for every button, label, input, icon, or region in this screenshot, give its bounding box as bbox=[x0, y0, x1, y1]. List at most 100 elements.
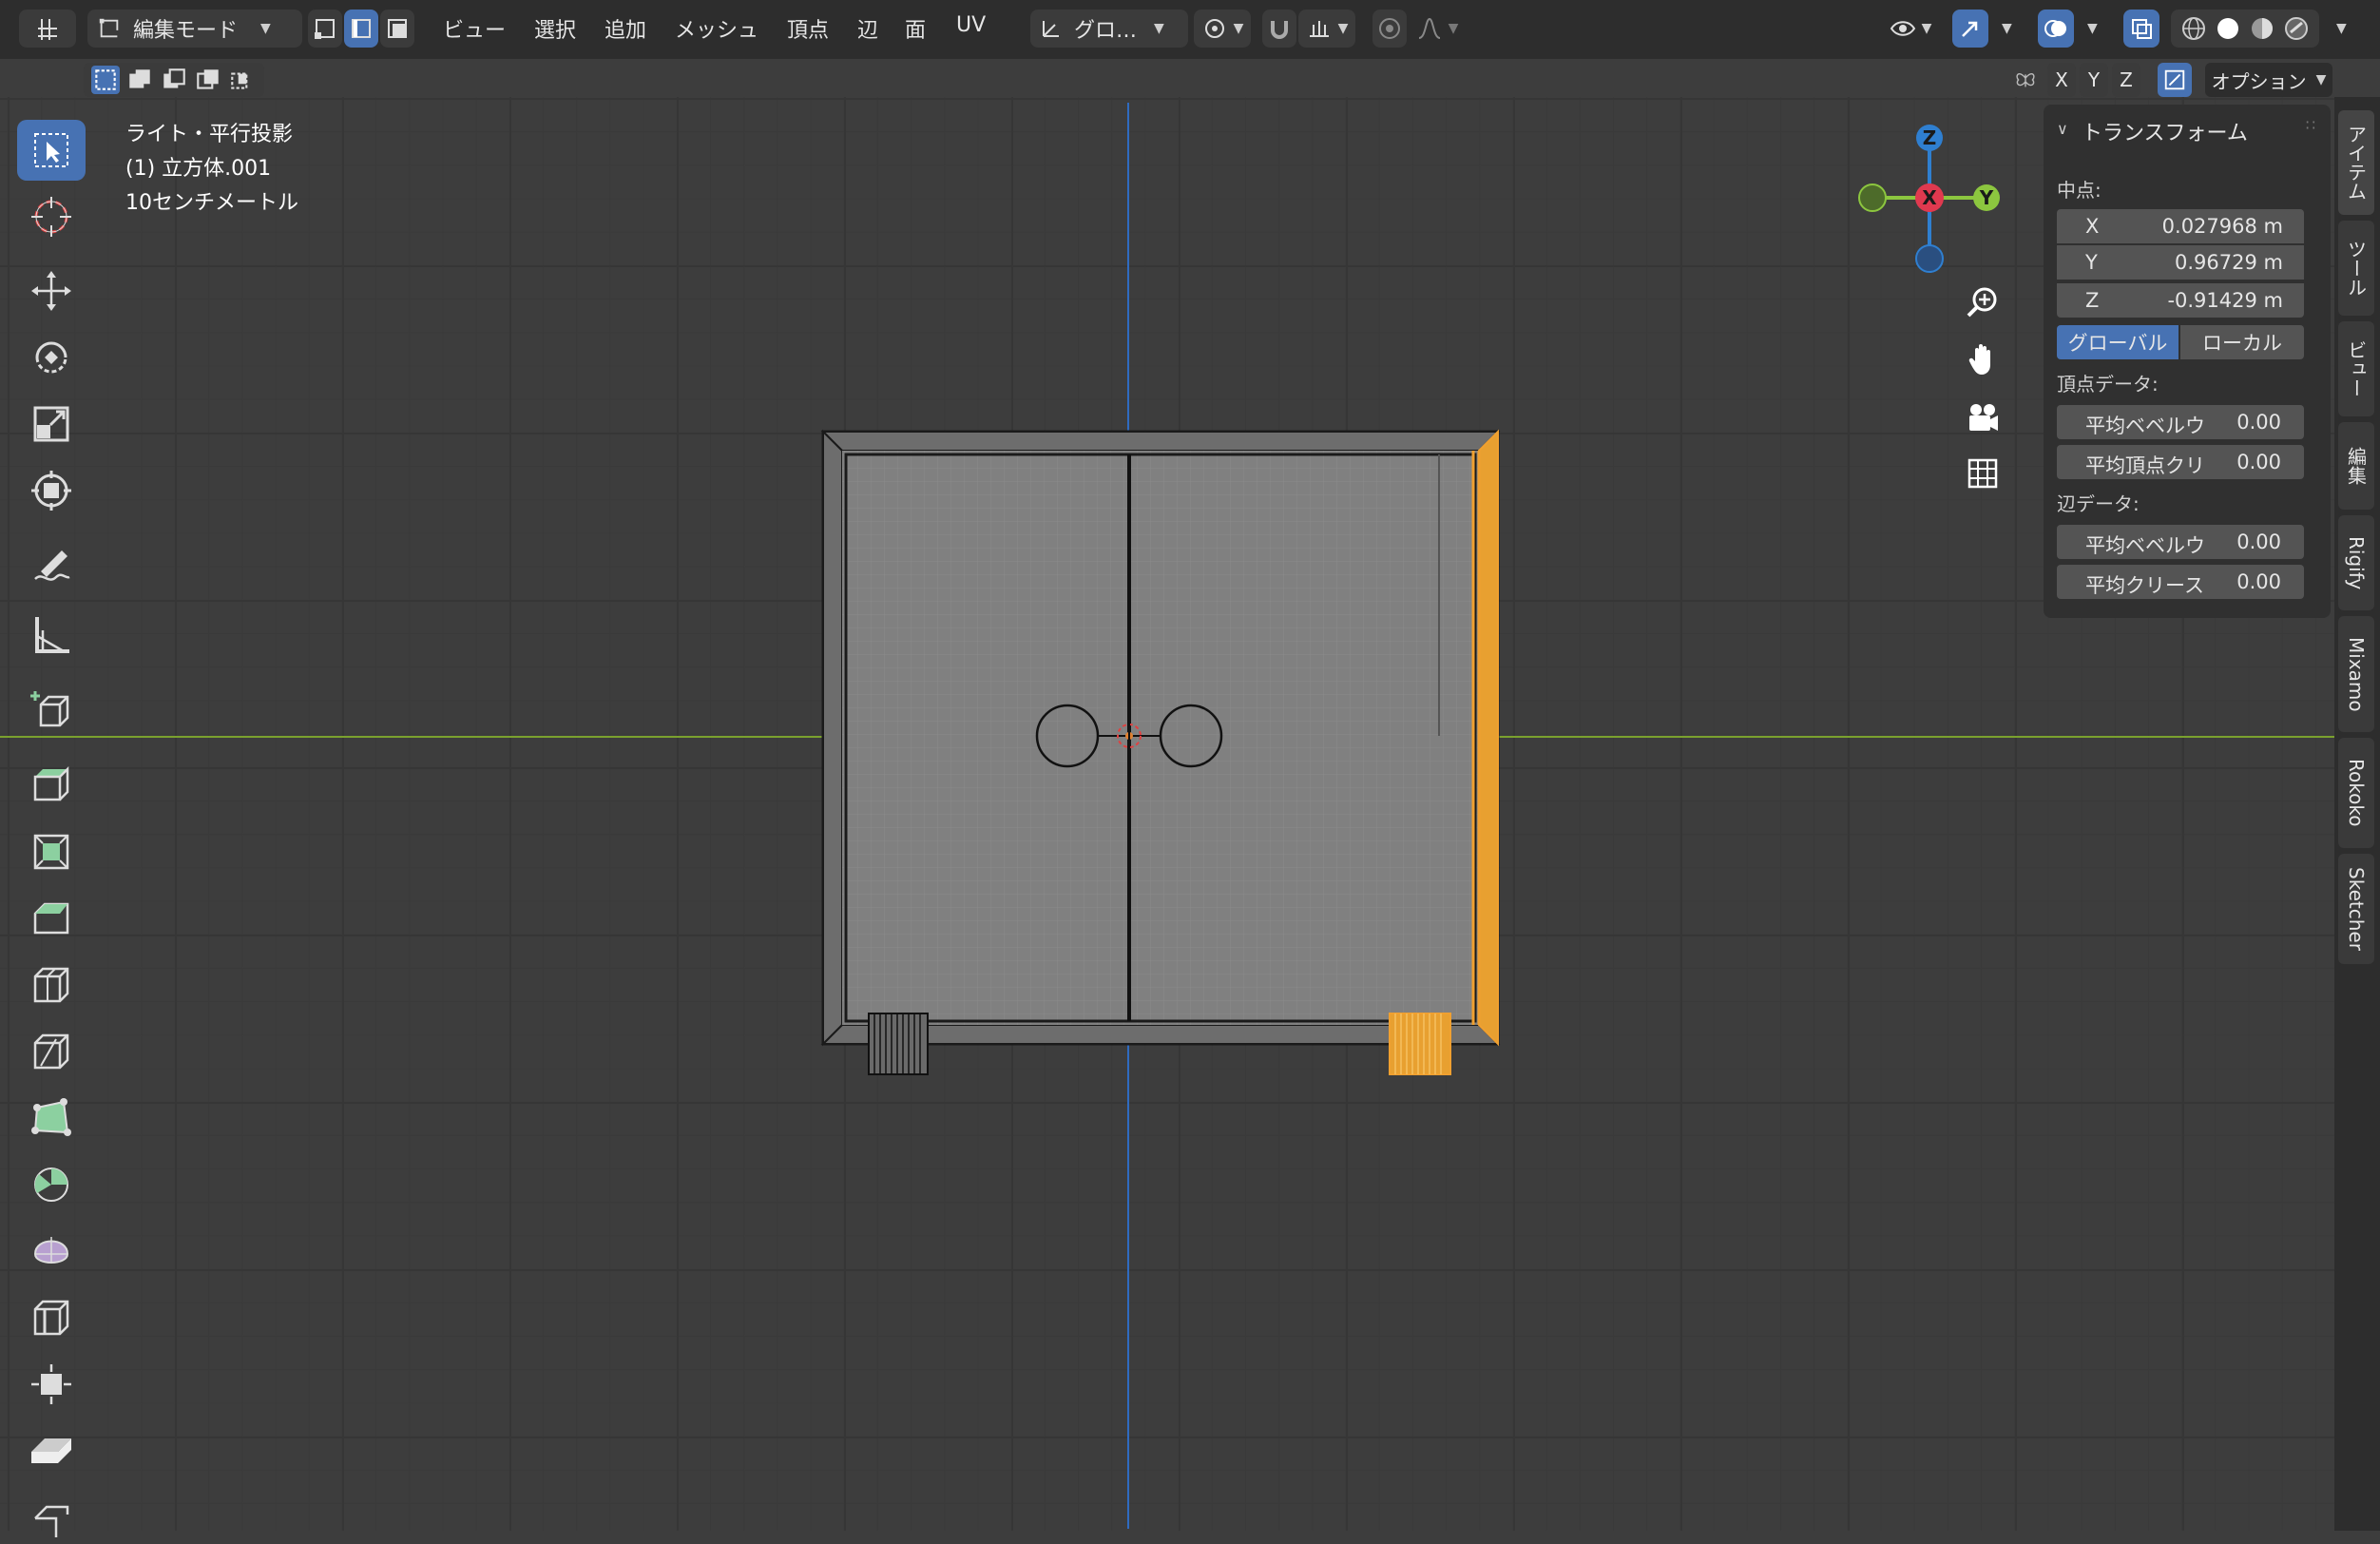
menu-select[interactable]: 選択 bbox=[534, 13, 576, 44]
vertex-data-label: 頂点データ: bbox=[2057, 373, 2159, 396]
mirror-toggle[interactable] bbox=[2011, 63, 2040, 97]
material-shading-icon[interactable] bbox=[2249, 15, 2275, 42]
vertex-bevel-weight-field[interactable]: 平均ベベルウ 0.00 bbox=[2057, 405, 2304, 439]
navigation-gizmo[interactable]: Z Y X bbox=[1844, 118, 2015, 280]
tool-shrink-fatten[interactable] bbox=[17, 1354, 86, 1415]
tool-bevel[interactable] bbox=[17, 888, 86, 949]
mirror-x-toggle[interactable]: X bbox=[2047, 63, 2076, 97]
vertex-select-button[interactable] bbox=[308, 10, 342, 48]
wireframe-shading-icon[interactable] bbox=[2180, 15, 2207, 42]
tool-edge-slide[interactable] bbox=[17, 1287, 86, 1348]
median-z-label: Z bbox=[2085, 289, 2100, 312]
mirror-z-toggle[interactable]: Z bbox=[2112, 63, 2140, 97]
snap-target-dropdown[interactable]: ▼ bbox=[1298, 10, 1355, 48]
select-invert-icon[interactable] bbox=[194, 66, 222, 94]
mode-dropdown[interactable]: 編集モード ▼ bbox=[87, 10, 302, 48]
mirror-y-toggle[interactable]: Y bbox=[2080, 63, 2108, 97]
tab-rokoko[interactable]: Rokoko bbox=[2338, 738, 2374, 848]
tab-view[interactable]: ビュー bbox=[2338, 321, 2374, 416]
menu-edge[interactable]: 辺 bbox=[857, 13, 878, 44]
local-label: ローカル bbox=[2202, 332, 2282, 355]
tool-shear[interactable] bbox=[17, 1420, 86, 1481]
face-select-button[interactable] bbox=[380, 10, 414, 48]
median-y-field[interactable]: Y 0.96729 m bbox=[2057, 245, 2304, 280]
chevron-down-icon[interactable]: ▼ bbox=[2002, 21, 2012, 36]
menu-uv[interactable]: UV bbox=[956, 13, 986, 37]
mirror-x-label: X bbox=[2055, 68, 2068, 91]
edge-crease-field[interactable]: 平均クリース 0.00 bbox=[2057, 565, 2304, 599]
projection-toggle-button[interactable] bbox=[1958, 449, 2007, 498]
tool-inset[interactable] bbox=[17, 821, 86, 882]
tab-item[interactable]: アイテム bbox=[2338, 110, 2374, 215]
median-z-field[interactable]: Z -0.91429 m bbox=[2057, 283, 2304, 318]
tool-extrude[interactable] bbox=[17, 753, 86, 814]
pan-button[interactable] bbox=[1958, 335, 2007, 384]
falloff-dropdown[interactable]: ▼ bbox=[1409, 10, 1466, 48]
shear-icon bbox=[31, 1438, 71, 1463]
select-extend-icon[interactable] bbox=[125, 66, 154, 94]
global-toggle[interactable]: グローバル bbox=[2057, 325, 2178, 359]
vertex-crease-field[interactable]: 平均頂点クリ 0.00 bbox=[2057, 445, 2304, 479]
tool-annotate[interactable] bbox=[17, 536, 86, 597]
tool-smooth[interactable] bbox=[17, 1219, 86, 1280]
tool-rip[interactable] bbox=[17, 1483, 86, 1544]
zoom-button[interactable] bbox=[1958, 278, 2007, 327]
chevron-down-icon[interactable]: ▼ bbox=[2336, 21, 2347, 36]
edge-select-button[interactable] bbox=[344, 10, 378, 48]
tool-transform[interactable] bbox=[17, 460, 86, 521]
transform-panel-title[interactable]: トランスフォーム bbox=[2082, 116, 2248, 146]
median-x-field[interactable]: X 0.027968 m bbox=[2057, 209, 2304, 243]
editor-type-button[interactable] bbox=[19, 10, 76, 48]
tool-move[interactable] bbox=[17, 261, 86, 321]
tool-loop-cut[interactable] bbox=[17, 955, 86, 1015]
gizmo-toggle[interactable] bbox=[1952, 10, 1988, 48]
grid-scale-text: 10センチメートル bbox=[125, 191, 298, 215]
menu-face[interactable]: 面 bbox=[905, 13, 926, 44]
xray-toggle[interactable] bbox=[2123, 10, 2159, 48]
menu-view[interactable]: ビュー bbox=[443, 13, 506, 44]
tool-measure[interactable] bbox=[17, 605, 86, 666]
select-intersect-icon[interactable] bbox=[228, 66, 257, 94]
tab-edit[interactable]: 編集 bbox=[2338, 422, 2374, 510]
tool-poly-build[interactable] bbox=[17, 1088, 86, 1148]
tool-scale[interactable] bbox=[17, 394, 86, 454]
chevron-down-icon[interactable]: ∨ bbox=[2057, 120, 2068, 138]
solid-shading-icon[interactable] bbox=[2215, 15, 2241, 42]
snap-toggle[interactable] bbox=[1262, 10, 1296, 48]
visibility-dropdown[interactable]: ▼ bbox=[1882, 10, 1939, 48]
rendered-shading-icon[interactable] bbox=[2283, 15, 2310, 42]
tab-tool[interactable]: ツール bbox=[2338, 221, 2374, 316]
tool-knife[interactable] bbox=[17, 1021, 86, 1082]
menu-vertex[interactable]: 頂点 bbox=[787, 13, 829, 44]
cursor-icon bbox=[31, 197, 71, 237]
tab-mixamo[interactable]: Mixamo bbox=[2338, 616, 2374, 732]
foot-left bbox=[868, 1013, 929, 1075]
tab-item-label: アイテム bbox=[2344, 125, 2368, 201]
options-dropdown[interactable]: オプション ▼ bbox=[2205, 63, 2332, 97]
mesh-object[interactable] bbox=[817, 428, 1502, 1084]
local-toggle[interactable]: ローカル bbox=[2180, 325, 2304, 359]
tab-rigify[interactable]: Rigify bbox=[2338, 515, 2374, 610]
proportional-edit-toggle[interactable] bbox=[1372, 10, 1407, 48]
tool-select-box[interactable] bbox=[17, 120, 86, 181]
tool-spin[interactable] bbox=[17, 1154, 86, 1215]
menu-add[interactable]: 追加 bbox=[605, 13, 646, 44]
drag-handle-icon[interactable]: ∷ bbox=[2306, 116, 2315, 134]
chevron-down-icon[interactable]: ▼ bbox=[2087, 21, 2098, 36]
transform-orientation-dropdown[interactable]: グロ… ▼ bbox=[1030, 10, 1188, 48]
falloff-curve-icon bbox=[1418, 17, 1440, 39]
tool-rotate[interactable] bbox=[17, 327, 86, 388]
selected-edge-strip bbox=[1478, 429, 1499, 1047]
pivot-icon bbox=[1204, 19, 1224, 38]
camera-view-button[interactable] bbox=[1958, 394, 2007, 443]
tool-cursor[interactable] bbox=[17, 186, 86, 247]
auto-merge-toggle[interactable] bbox=[2158, 63, 2192, 97]
menu-mesh[interactable]: メッシュ bbox=[675, 13, 758, 44]
select-new-icon[interactable] bbox=[91, 66, 120, 94]
tool-add-cube[interactable] bbox=[17, 681, 86, 742]
tab-sketcher[interactable]: Sketcher bbox=[2338, 854, 2374, 964]
edge-bevel-weight-field[interactable]: 平均ベベルウ 0.00 bbox=[2057, 525, 2304, 559]
overlay-toggle[interactable] bbox=[2038, 10, 2074, 48]
select-subtract-icon[interactable] bbox=[160, 66, 188, 94]
pivot-point-dropdown[interactable]: ▼ bbox=[1194, 10, 1251, 48]
